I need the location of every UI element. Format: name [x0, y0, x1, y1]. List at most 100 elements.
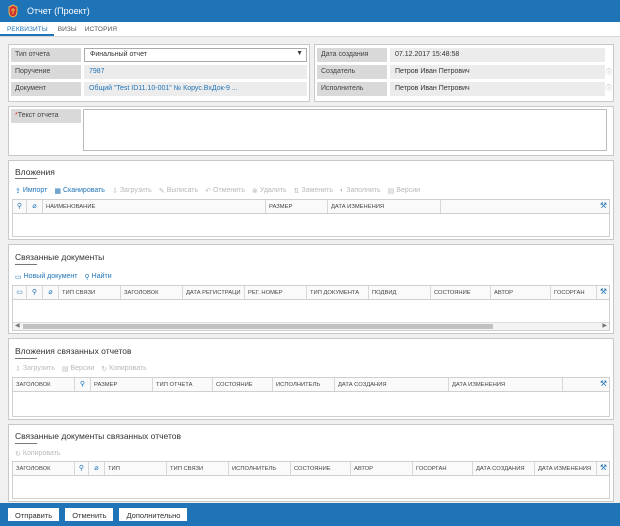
replace-button[interactable]: ⇅ Заменить: [294, 187, 333, 195]
column-header-author[interactable]: АВТОР: [351, 462, 413, 475]
copy-icon: ↻: [15, 450, 21, 458]
delete-button[interactable]: ⊗ Удалить: [252, 187, 287, 195]
column-header-size[interactable]: РАЗМЕР: [91, 378, 153, 391]
replace-icon: ⇅: [293, 187, 300, 195]
column-header-modified[interactable]: ДАТА ИЗМЕНЕНИЯ: [449, 378, 563, 391]
column-header-type[interactable]: ТИП: [105, 462, 167, 475]
column-header-created[interactable]: ДАТА СОЗДАНИЯ: [473, 462, 535, 475]
related-report-documents-toolbar: ↻ Копировать: [15, 448, 68, 459]
copy-button[interactable]: ↻ Копировать: [15, 450, 61, 458]
paperclip-icon[interactable]: ⌀: [27, 200, 43, 213]
document-icon[interactable]: ▭: [13, 286, 27, 299]
column-header-title[interactable]: ЗАГОЛОВОК: [13, 462, 75, 475]
download-icon: ⇩: [15, 365, 21, 373]
paperclip-icon[interactable]: ⌀: [43, 286, 59, 299]
column-header-executor[interactable]: ИСПОЛНИТЕЛЬ: [229, 462, 291, 475]
tab-visas[interactable]: ВИЗЫ: [54, 22, 81, 36]
related-documents-grid: ▭ ⚲ ⌀ ТИП СВЯЗИ ЗАГОЛОВОК ДАТА РЕГИСТРАЦ…: [12, 285, 610, 331]
grid-header: ЗАГОЛОВОК ⚲ РАЗМЕР ТИП ОТЧЕТА СОСТОЯНИЕ …: [13, 378, 609, 392]
created-date-row: Дата создания 07.12.2017 15:48:58: [317, 48, 605, 62]
column-header-state[interactable]: СОСТОЯНИЕ: [213, 378, 273, 391]
column-header-modified[interactable]: ДАТА ИЗМЕНЕНИЯ: [328, 200, 441, 213]
tab-history[interactable]: ИСТОРИЯ: [81, 22, 121, 36]
paperclip-icon[interactable]: ⌀: [89, 462, 105, 475]
undo-button[interactable]: ↶ Отменить: [205, 187, 245, 195]
column-header-title[interactable]: ЗАГОЛОВОК: [13, 378, 75, 391]
import-button[interactable]: ⇪ Импорт: [15, 187, 47, 195]
grid-header: ⚲ ⌀ НАИМЕНОВАНИЕ РАЗМЕР ДАТА ИЗМЕНЕНИЯ ⚒: [13, 200, 609, 214]
attachments-title: Вложения: [15, 167, 55, 177]
more-button[interactable]: Дополнительно: [119, 508, 188, 521]
grid-settings-icon[interactable]: ⚒: [600, 379, 607, 388]
section-underline: [15, 178, 37, 179]
attachments-toolbar: ⇪ Импорт ▦ Сканировать ⇩ Загрузить ✎ Выписат…: [15, 185, 427, 196]
document-link[interactable]: Общий "Test ID11.10-001" № Корус.ВхДок-9…: [84, 82, 307, 96]
column-header-gov-body[interactable]: ГОСОРГАН: [413, 462, 473, 475]
scanner-icon: ▦: [54, 187, 61, 195]
column-header-gov-body[interactable]: ГОСОРГАН: [551, 286, 597, 299]
checkout-button[interactable]: ✎ Выписать: [159, 187, 198, 195]
grid-header: ▭ ⚲ ⌀ ТИП СВЯЗИ ЗАГОЛОВОК ДАТА РЕГИСТРАЦ…: [13, 286, 609, 300]
column-header-state[interactable]: СОСТОЯНИЕ: [291, 462, 351, 475]
column-header-link-type[interactable]: ТИП СВЯЗИ: [167, 462, 229, 475]
info-icon[interactable]: ⓘ: [606, 83, 612, 92]
tab-bar: РЕКВИЗИТЫ ВИЗЫ ИСТОРИЯ: [0, 22, 620, 37]
grid-settings-icon[interactable]: ⚒: [600, 463, 607, 472]
section-underline: [15, 358, 37, 359]
column-header-created[interactable]: ДАТА СОЗДАНИЯ: [335, 378, 449, 391]
tab-requisites[interactable]: РЕКВИЗИТЫ: [0, 22, 54, 36]
key-icon[interactable]: ⚲: [27, 286, 43, 299]
column-header-size[interactable]: РАЗМЕР: [266, 200, 328, 213]
copy-button[interactable]: ↻ Копировать: [101, 365, 147, 373]
search-icon: ⚲: [84, 273, 90, 281]
report-type-select[interactable]: Финальный отчет ▼: [84, 48, 307, 62]
horizontal-scrollbar[interactable]: ◀ ▶: [13, 322, 609, 330]
column-header-subtype[interactable]: ПОДВИД: [369, 286, 431, 299]
column-header-executor[interactable]: ИСПОЛНИТЕЛЬ: [273, 378, 335, 391]
column-header-link-type[interactable]: ТИП СВЯЗИ: [59, 286, 121, 299]
related-documents-toolbar: ▭ Новый документ ⚲ Найти: [15, 271, 119, 282]
document-label: Документ: [11, 82, 81, 96]
info-icon[interactable]: ⓘ: [606, 67, 612, 76]
send-button[interactable]: Отправить: [8, 508, 60, 521]
find-button[interactable]: ⚲ Найти: [85, 273, 112, 281]
related-documents-title: Связанные документы: [15, 252, 105, 262]
key-icon[interactable]: ⚲: [75, 378, 91, 391]
report-type-row: Тип отчета Финальный отчет ▼: [11, 48, 307, 62]
column-header-reg-date[interactable]: ДАТА РЕГИСТРАЦИ: [183, 286, 245, 299]
new-document-button[interactable]: ▭ Новый документ: [15, 273, 78, 281]
grid-header: ЗАГОЛОВОК ⚲ ⌀ ТИП ТИП СВЯЗИ ИСПОЛНИТЕЛЬ …: [13, 462, 609, 476]
section-underline: [15, 264, 37, 265]
key-icon[interactable]: ⚲: [13, 200, 27, 213]
column-header-title[interactable]: ЗАГОЛОВОК: [121, 286, 183, 299]
column-header-modified[interactable]: ДАТА ИЗМЕНЕНИЯ: [535, 462, 597, 475]
column-header-doc-type[interactable]: ТИП ДОКУМЕНТА: [307, 286, 369, 299]
attachments-panel: Вложения ⇪ Импорт ▦ Сканировать ⇩ Загрузить…: [8, 160, 614, 240]
cancel-button[interactable]: Отменить: [65, 508, 114, 521]
download-button[interactable]: ⇩ Загрузить: [112, 187, 152, 195]
coat-of-arms-icon: [8, 4, 18, 18]
grid-settings-icon[interactable]: ⚒: [600, 287, 607, 296]
scroll-left-icon[interactable]: ◀: [15, 322, 20, 329]
report-text-input[interactable]: [83, 109, 607, 151]
column-header-reg-number[interactable]: РЕГ. НОМЕР: [245, 286, 307, 299]
related-report-documents-title: Связанные документы связанных отчетов: [15, 431, 182, 441]
scrollbar-thumb[interactable]: [23, 324, 493, 329]
key-icon[interactable]: ⚲: [75, 462, 89, 475]
versions-icon: ▤: [387, 187, 395, 195]
fill-button[interactable]: ◐ Заполнить: [340, 187, 381, 194]
scan-button[interactable]: ▦ Сканировать: [54, 187, 105, 195]
creator-row: Создатель Петров Иван Петрович: [317, 65, 605, 79]
report-text-label: *Текст отчета: [11, 109, 81, 123]
download-button[interactable]: ⇩ Загрузить: [15, 365, 55, 373]
grid-settings-icon[interactable]: ⚒: [600, 201, 607, 210]
column-header-report-type[interactable]: ТИП ОТЧЕТА: [153, 378, 213, 391]
versions-button[interactable]: ▤ Версии: [388, 187, 420, 195]
column-header-state[interactable]: СОСТОЯНИЕ: [431, 286, 491, 299]
scroll-right-icon[interactable]: ▶: [602, 322, 607, 329]
assignment-link[interactable]: 7987: [84, 65, 307, 79]
undo-icon: ↶: [205, 187, 212, 195]
versions-button[interactable]: ▤ Версии: [62, 365, 94, 373]
column-header-author[interactable]: АВТОР: [491, 286, 551, 299]
column-header-name[interactable]: НАИМЕНОВАНИЕ: [43, 200, 266, 213]
